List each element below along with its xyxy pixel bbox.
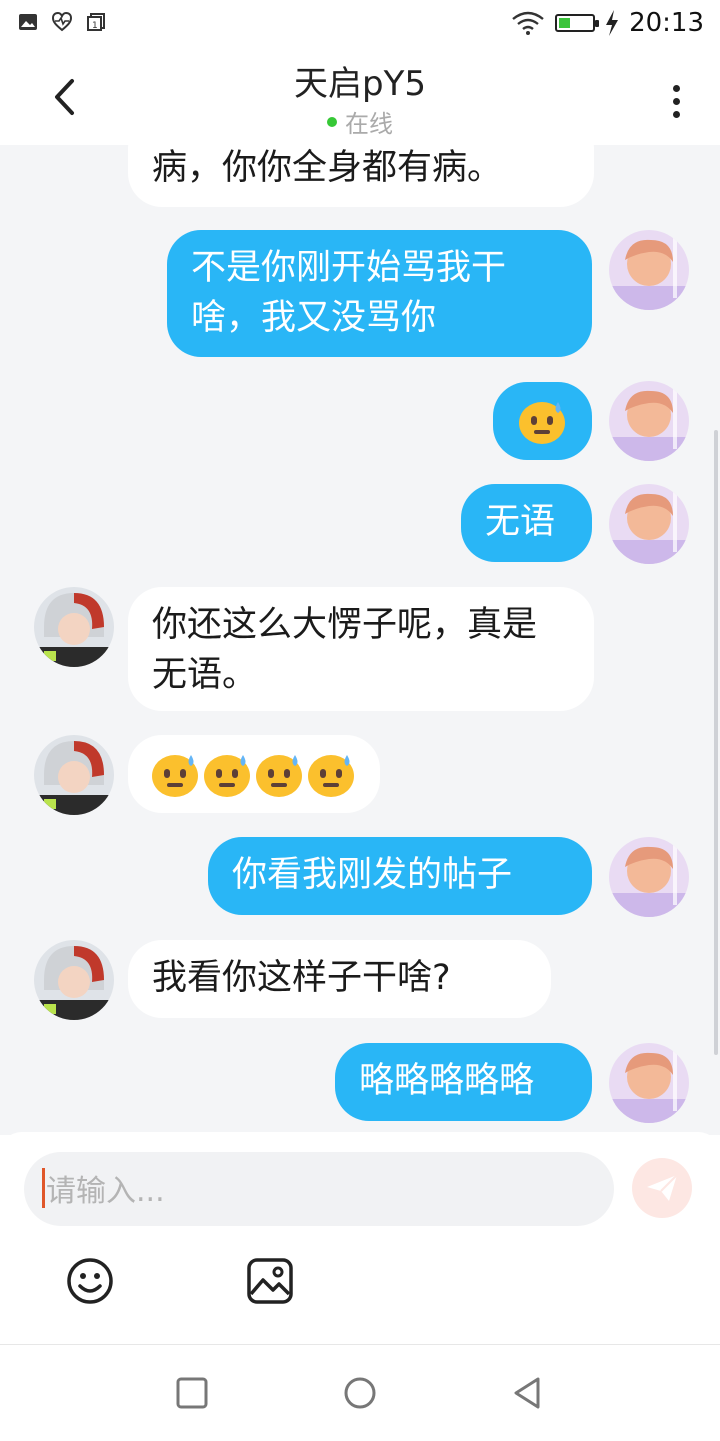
sweat-smile-neutral-emoji	[202, 749, 252, 799]
contact-avatar[interactable]	[34, 735, 114, 815]
online-status: 在线	[0, 104, 720, 139]
contact-avatar[interactable]	[34, 587, 114, 667]
composer-panel: 请输入...	[0, 1132, 720, 1344]
input-placeholder: 请输入...	[46, 1174, 165, 1209]
message-bubble-incoming[interactable]: 我看你这样子干啥?	[128, 940, 551, 1018]
image-button[interactable]	[245, 1256, 295, 1306]
my-avatar[interactable]	[609, 837, 689, 917]
battery-icon	[555, 14, 600, 32]
message-bubble-outgoing[interactable]	[493, 382, 592, 460]
my-avatar[interactable]	[609, 1043, 689, 1123]
sweat-smile-neutral-emoji	[150, 749, 200, 799]
message-bubble-outgoing[interactable]: 无语	[461, 484, 592, 562]
text-caret	[42, 1168, 45, 1208]
message-bubble-incoming[interactable]: 病，你你全身都有病。	[128, 145, 594, 207]
back-triangle-icon[interactable]	[510, 1375, 546, 1411]
message-bubble-outgoing[interactable]: 不是你刚开始骂我干啥，我又没骂你	[167, 230, 592, 357]
message-bubble-incoming[interactable]	[128, 735, 380, 813]
smiley-icon	[67, 1258, 113, 1304]
my-avatar[interactable]	[609, 484, 689, 564]
contact-avatar[interactable]	[34, 940, 114, 1020]
sweat-smile-neutral-emoji	[517, 396, 567, 446]
my-avatar[interactable]	[609, 381, 689, 461]
message-bubble-incoming[interactable]: 你还这么大愣子呢，真是无语。	[128, 587, 594, 711]
scrollbar[interactable]	[714, 430, 718, 1055]
clock: 20:13	[629, 8, 704, 38]
svg-text:1: 1	[92, 21, 98, 31]
status-bar: 1 20:13	[0, 0, 720, 50]
contact-name: 天启pY5	[294, 64, 426, 104]
home-icon[interactable]	[342, 1375, 378, 1411]
message-text: 病，你你全身都有病。	[152, 148, 503, 188]
message-bubble-outgoing[interactable]: 你看我刚发的帖子	[208, 837, 592, 915]
online-status-label: 在线	[345, 110, 393, 138]
chat-area[interactable]: 病，你你全身都有病。 不是你刚开始骂我干啥，我又没骂你 无语 你还这么大愣子呢，…	[0, 145, 720, 1135]
health-notification-icon	[52, 12, 72, 32]
more-options-button[interactable]	[656, 76, 696, 126]
message-text: 你还这么大愣子呢，真是无语。	[152, 605, 538, 695]
image-icon	[247, 1258, 293, 1304]
sweat-smile-neutral-emoji	[306, 749, 356, 799]
sim-card-icon: 1	[87, 13, 105, 31]
chat-header: 天启pY5 在线	[0, 50, 720, 145]
message-text: 你看我刚发的帖子	[232, 855, 513, 895]
sweat-smile-neutral-emoji	[254, 749, 304, 799]
send-plane-icon	[647, 1174, 678, 1201]
online-dot-icon	[327, 117, 337, 127]
system-navigation-bar	[0, 1344, 720, 1441]
my-avatar[interactable]	[609, 230, 689, 310]
send-button[interactable]	[632, 1158, 692, 1218]
message-text: 我看你这样子干啥?	[152, 958, 451, 998]
message-input[interactable]: 请输入...	[24, 1152, 614, 1226]
recent-apps-icon[interactable]	[174, 1375, 210, 1411]
gallery-notification-icon	[19, 14, 37, 30]
wifi-icon	[512, 11, 544, 35]
emoji-button[interactable]	[65, 1256, 115, 1306]
message-text: 略略略略略	[359, 1061, 535, 1101]
message-text: 不是你刚开始骂我干啥，我又没骂你	[191, 248, 507, 338]
charging-bolt-icon	[606, 10, 619, 36]
message-text: 无语	[485, 502, 556, 542]
message-bubble-outgoing[interactable]: 略略略略略	[335, 1043, 592, 1121]
